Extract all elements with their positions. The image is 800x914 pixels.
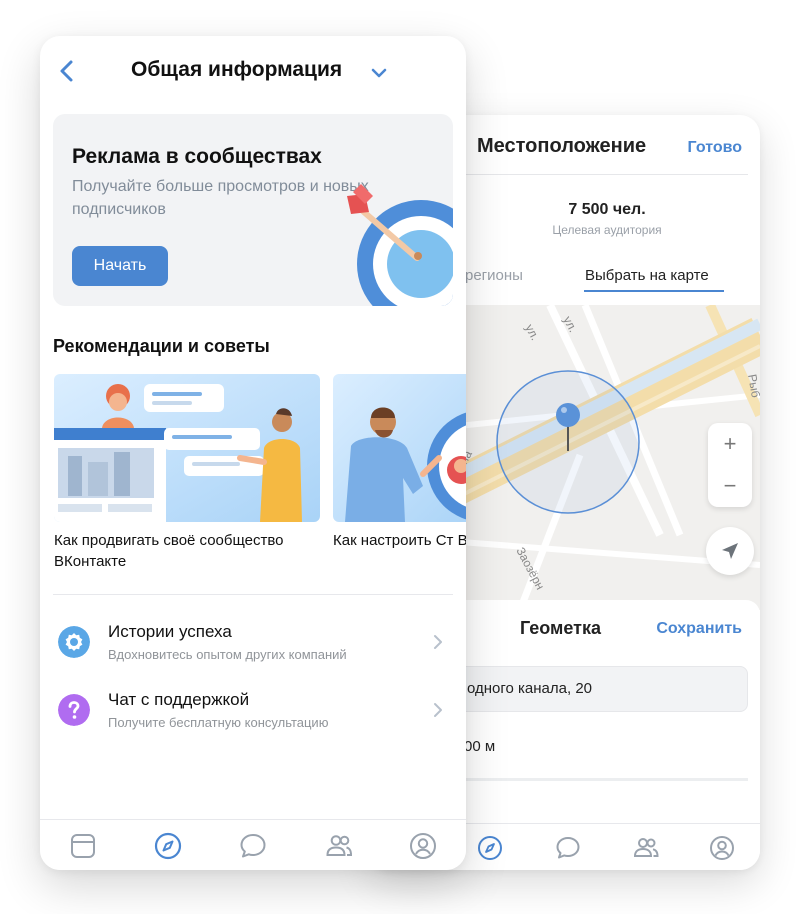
chevron-right-icon [434,703,442,717]
tab-regions[interactable]: регионы [465,267,523,284]
audience-summary: 7 500 чел. Целевая аудитория [466,201,748,237]
promo-title: Реклама в сообществах [72,145,322,168]
friends-icon[interactable] [632,834,660,862]
my-location-button[interactable] [706,527,754,575]
divider [466,174,748,175]
profile-icon[interactable] [408,831,438,861]
settings-illustration [333,374,466,522]
award-icon [58,626,90,658]
zoom-in-button[interactable]: + [708,423,752,465]
address-field[interactable]: одного канала, 20 [450,666,748,712]
promote-illustration [54,374,320,522]
messages-icon[interactable] [238,831,268,861]
list-item-subtitle: Получите бесплатную консультацию [108,715,329,730]
list-item-subtitle: Вдохновитесь опытом других компаний [108,647,347,662]
radius-value[interactable]: 00 м [464,738,495,755]
article-card-image[interactable] [54,374,320,522]
tab-map[interactable]: Выбрать на карте [585,267,709,284]
list-item-title: Истории успеха [108,622,232,641]
chevron-right-icon [434,635,442,649]
zoom-controls: + − [708,423,752,507]
location-title: Местоположение [477,135,647,157]
friends-icon[interactable] [324,831,354,861]
save-button[interactable]: Сохранить [656,620,742,638]
messages-icon[interactable] [554,834,582,862]
profile-icon[interactable] [708,834,736,862]
article-card-image[interactable] [333,374,466,522]
article-caption[interactable]: Как продвигать своё сообщество ВКонтакте [54,530,324,572]
divider [450,778,748,781]
start-button[interactable]: Начать [72,246,168,286]
explore-icon[interactable] [476,834,504,862]
main-screen: Общая информация Реклама в сообществах П… [40,36,466,870]
zoom-out-button[interactable]: − [708,465,752,507]
explore-icon[interactable] [153,831,183,861]
geotag-title: Геометка [520,618,601,638]
promo-description: Получайте больше просмотров и новых подп… [72,178,369,218]
article-caption[interactable]: Как настроить Ст ВКонтакте? [333,530,466,551]
navigation-arrow-icon [722,543,738,559]
chevron-down-icon[interactable] [370,64,388,82]
promo-banner: Реклама в сообществах Получайте больше п… [53,114,453,306]
done-button[interactable]: Готово [688,139,742,157]
list-item-success-stories[interactable]: Истории успеха Вдохновитесь опытом други… [40,612,466,672]
page-title[interactable]: Общая информация [131,58,342,82]
list-item-title: Чат с поддержкой [108,690,250,709]
main-header: Общая информация [40,36,466,106]
recommendations-title: Рекомендации и советы [53,336,270,356]
audience-label: Целевая аудитория [552,223,662,237]
tab-bar [40,819,466,870]
back-arrow-icon[interactable] [52,56,82,86]
tab-indicator [584,290,724,292]
audience-count: 7 500 чел. [568,201,646,218]
newsfeed-icon[interactable] [68,831,98,861]
list-item-support-chat[interactable]: Чат с поддержкой Получите бесплатную кон… [40,680,466,740]
target-illustration [347,184,453,306]
divider [53,594,453,595]
question-icon [58,694,90,726]
